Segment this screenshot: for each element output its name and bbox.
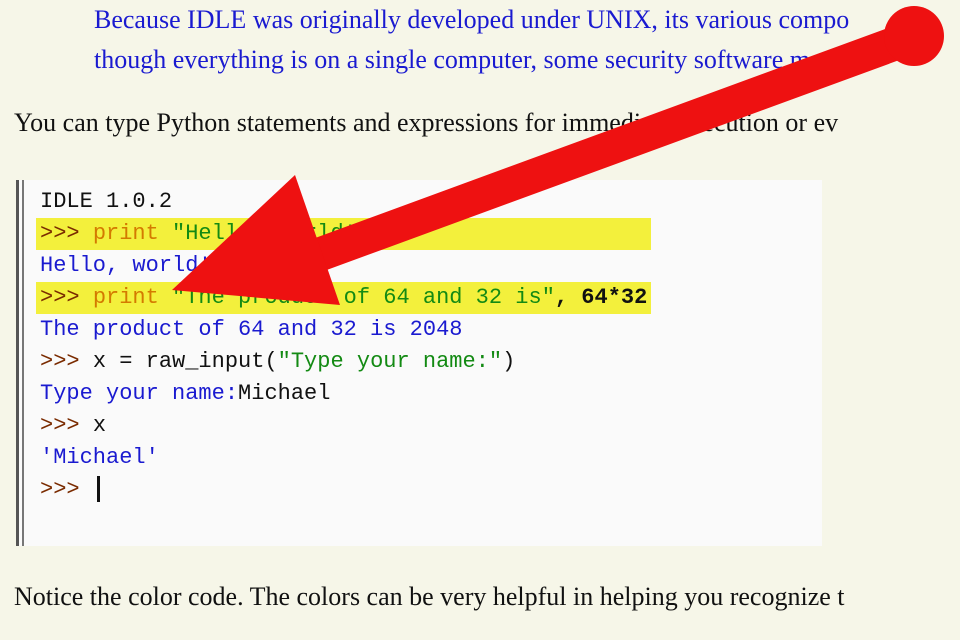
arrow-tail-dot xyxy=(884,6,944,66)
arrow-head xyxy=(172,175,340,305)
arrow-shaft xyxy=(233,21,927,297)
red-arrow-annotation xyxy=(172,6,944,305)
